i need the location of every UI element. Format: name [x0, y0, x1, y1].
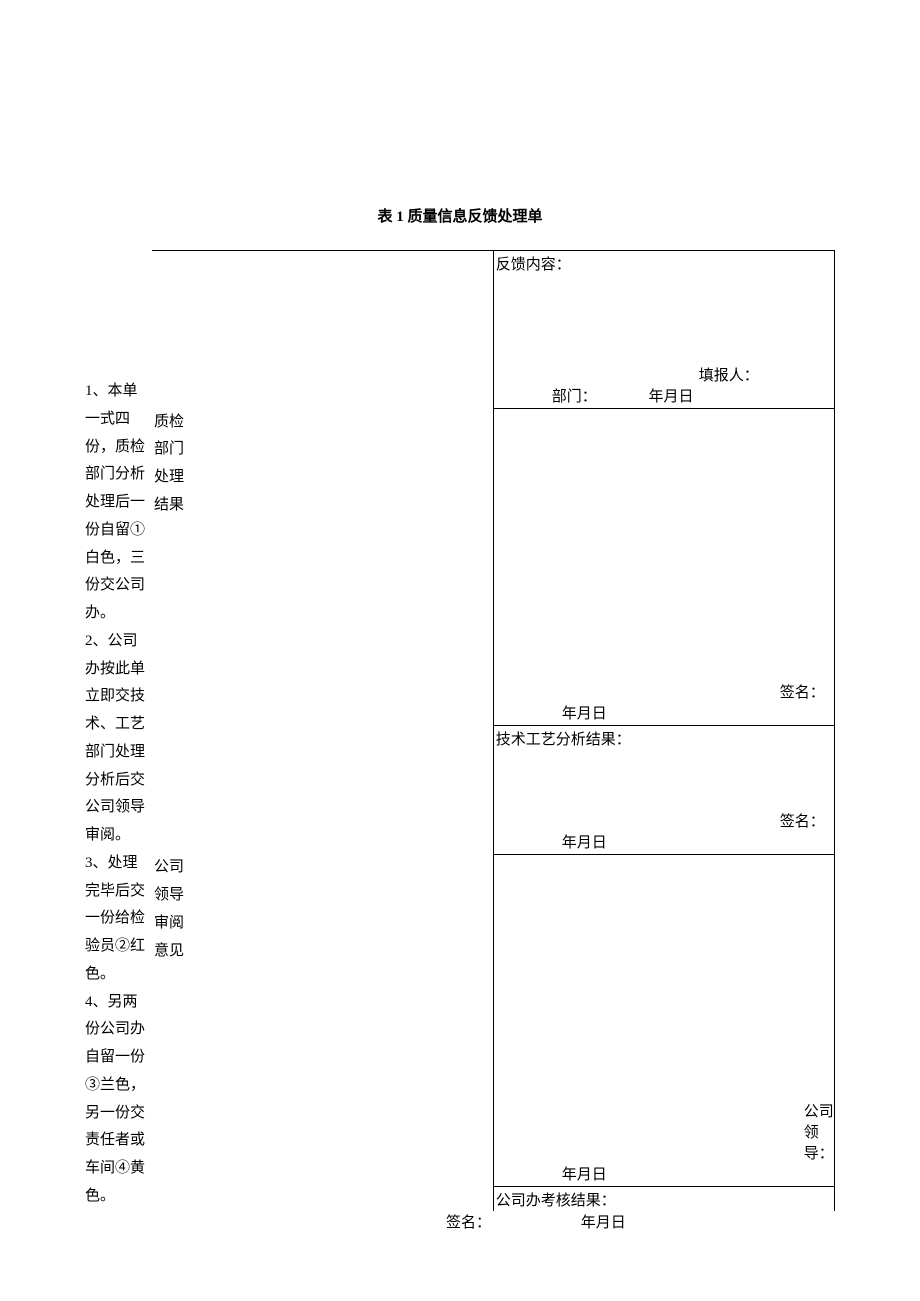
footer-sign-label: 签名： [446, 1211, 491, 1232]
qc-result-cell: 签名： 年月日 [493, 409, 834, 725]
form-container: 1、本单一式四份，质检部门分析处理后一份自留①白色，三份交公司办。 2、公司办按… [85, 250, 835, 1211]
company-leader-label: 公司领导： [804, 1100, 834, 1163]
leader-review-cell: 公司领导： 年月日 [493, 854, 834, 1186]
footer-date: 年月日 [581, 1211, 626, 1232]
feedback-content-cell: 反馈内容： 填报人： 部门： 年月日 [493, 251, 834, 409]
row3-sign-label: 签名： [780, 810, 825, 831]
footer-line: 签名： 年月日 [85, 1211, 835, 1232]
office-assessment-cell: 公司办考核结果： [493, 1186, 834, 1210]
leader-review-label: 公司领导审阅意见 [154, 854, 184, 965]
tech-analysis-cell: 技术工艺分析结果： 签名： 年月日 [493, 725, 834, 854]
office-assessment-label: 公司办考核结果： [496, 1189, 616, 1210]
dept-label: 部门： [552, 385, 597, 406]
row2-sign-label: 签名： [780, 681, 825, 702]
tech-analysis-label: 技术工艺分析结果： [496, 728, 631, 749]
qc-result-label: 质检部门处理结果 [154, 409, 184, 520]
side-instructions: 1、本单一式四份，质检部门分析处理后一份自留①白色，三份交公司办。 2、公司办按… [85, 250, 152, 1211]
filler-label: 填报人： [699, 364, 759, 385]
row3-date: 年月日 [562, 831, 607, 852]
feedback-content-label: 反馈内容： [496, 253, 571, 274]
row2-date: 年月日 [562, 702, 607, 723]
feedback-form-table: 反馈内容： 填报人： 部门： 年月日 质检部门处理结果 签名： 年月日 [152, 250, 835, 1211]
row4-date: 年月日 [562, 1163, 607, 1184]
row1-date: 年月日 [649, 385, 694, 406]
page-title: 表 1 质量信息反馈处理单 [0, 205, 920, 226]
